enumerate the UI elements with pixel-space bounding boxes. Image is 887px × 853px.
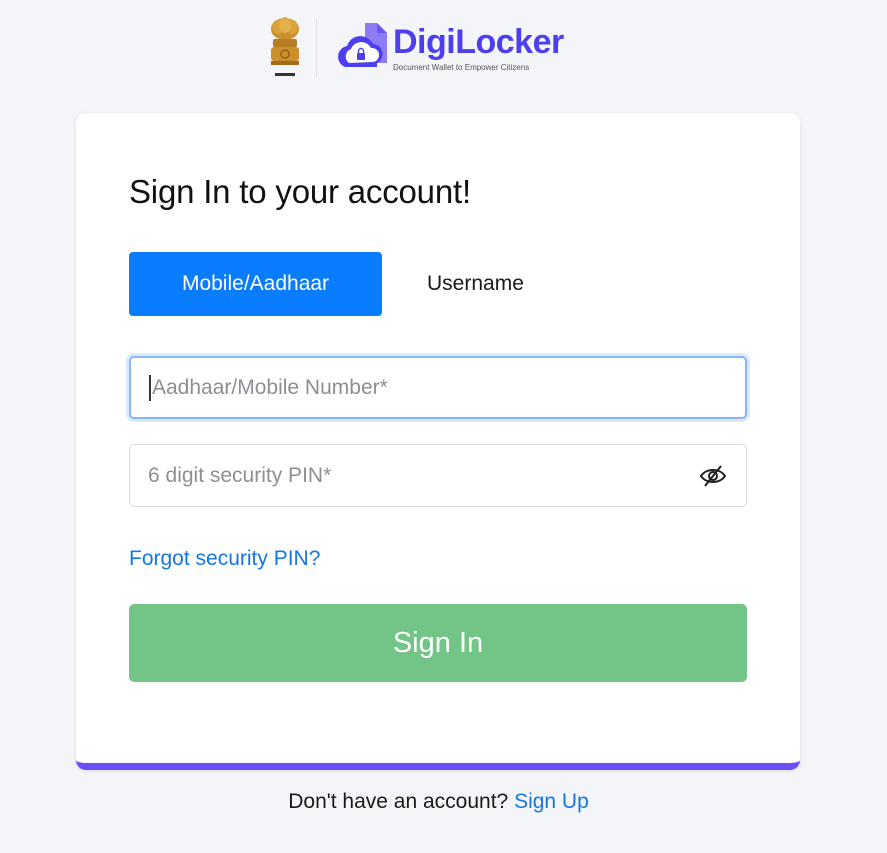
brand-logo[interactable]: DigiLocker Document Wallet to Empower Ci…	[331, 19, 564, 77]
tab-username[interactable]: Username	[393, 252, 558, 316]
brand-tagline: Document Wallet to Empower Citizens	[393, 63, 530, 72]
signup-prompt: Don't have an account? Sign Up	[0, 790, 877, 814]
security-pin-input[interactable]	[148, 463, 698, 488]
tab-mobile-aadhaar[interactable]: Mobile/Aadhaar	[129, 252, 382, 316]
login-method-tabs: Mobile/Aadhaar Username	[129, 252, 558, 316]
security-pin-field[interactable]	[129, 444, 747, 507]
header-divider	[316, 19, 317, 77]
sign-up-link[interactable]: Sign Up	[514, 790, 589, 813]
page-title: Sign In to your account!	[129, 173, 471, 210]
brand-name: DigiLocker	[393, 23, 564, 61]
eye-slash-icon[interactable]	[698, 463, 728, 489]
forgot-pin-link[interactable]: Forgot security PIN?	[129, 547, 320, 571]
sign-in-button[interactable]: Sign In	[129, 604, 747, 682]
state-emblem-icon	[262, 12, 308, 84]
header: DigiLocker Document Wallet to Empower Ci…	[262, 12, 564, 84]
mobile-aadhaar-input[interactable]	[152, 375, 727, 400]
digilocker-cloud-icon	[338, 23, 387, 67]
text-caret	[149, 374, 151, 401]
signup-prompt-text: Don't have an account?	[288, 790, 509, 813]
login-card: Sign In to your account! Mobile/Aadhaar …	[76, 113, 800, 770]
mobile-aadhaar-field[interactable]	[129, 356, 747, 419]
